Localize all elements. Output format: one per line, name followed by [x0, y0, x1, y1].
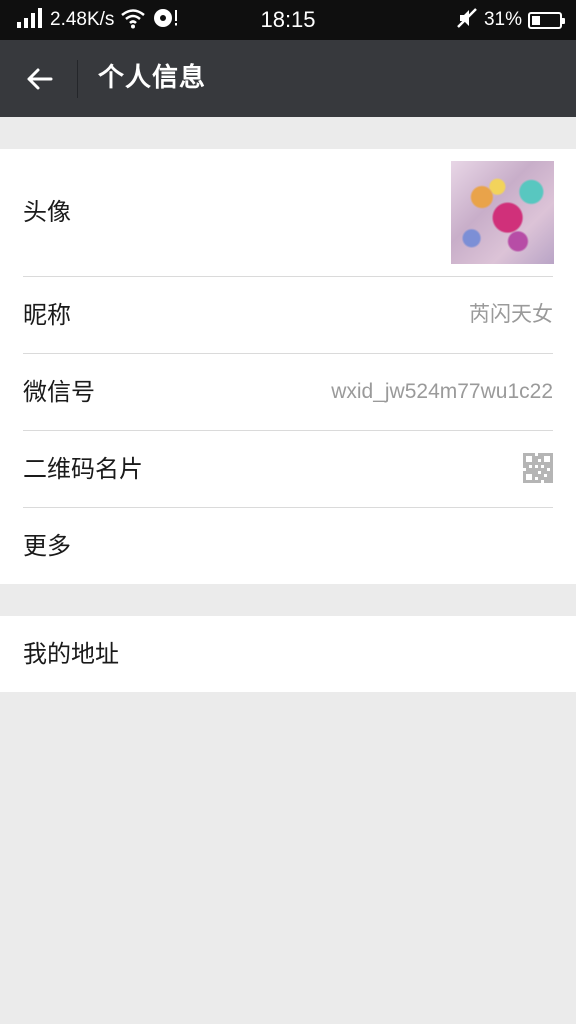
qr-code-row[interactable]: 二维码名片 — [0, 431, 576, 507]
nickname-row[interactable]: 昵称 芮闪天女 — [0, 277, 576, 353]
title-bar: 个人信息 — [0, 40, 576, 117]
avatar-row[interactable]: 头像 — [0, 149, 576, 276]
more-row[interactable]: 更多 — [0, 508, 576, 584]
more-label: 更多 — [23, 532, 71, 560]
page-title: 个人信息 — [98, 63, 207, 93]
address-group: 我的地址 — [0, 616, 576, 692]
qr-code-icon — [523, 453, 553, 487]
mute-icon — [456, 7, 478, 33]
battery-percent: 31% — [483, 9, 522, 30]
back-button[interactable] — [14, 54, 64, 104]
nickname-label: 昵称 — [23, 301, 71, 329]
status-right: 31% — [456, 0, 565, 40]
wechat-id-value: wxid_jw524m77wu1c22 — [331, 380, 553, 403]
wechat-id-label: 微信号 — [23, 378, 95, 406]
avatar-label: 头像 — [23, 198, 71, 226]
wechat-id-row[interactable]: 微信号 wxid_jw524m77wu1c22 — [0, 354, 576, 430]
my-address-label: 我的地址 — [23, 640, 119, 668]
qr-code-label: 二维码名片 — [23, 455, 143, 483]
title-divider — [77, 60, 78, 98]
battery-level — [532, 15, 540, 25]
my-address-row[interactable]: 我的地址 — [0, 616, 576, 692]
battery-icon — [528, 11, 565, 29]
nickname-value: 芮闪天女 — [469, 303, 553, 326]
profile-group: 头像 昵称 芮闪天女 微信号 wxid_jw524m77wu1c22 二维码名片 — [0, 149, 576, 584]
avatar[interactable] — [451, 161, 554, 264]
status-bar: 2.48K/s 18:15 31% — [0, 0, 576, 40]
back-arrow-icon — [27, 68, 53, 90]
